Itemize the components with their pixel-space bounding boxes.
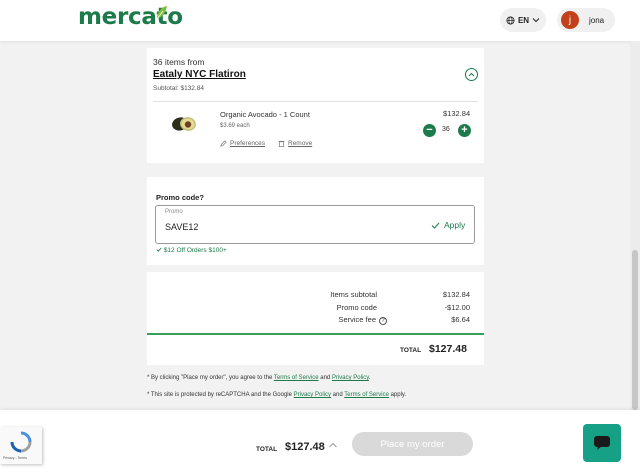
apply-button[interactable]: Apply	[431, 220, 465, 230]
decrease-quantity-button[interactable]: −	[423, 124, 436, 137]
promo-code-field[interactable]: Promo Apply	[155, 205, 475, 244]
chevron-down-icon	[532, 18, 540, 23]
promo-code-value: -$12.00	[444, 303, 470, 312]
avatar: j	[561, 11, 579, 29]
remove-label: Remove	[288, 140, 313, 147]
store-cart-card: 36 items from Eataly NYC Flatiron Subtot…	[147, 48, 484, 163]
items-subtotal-label: Items subtotal	[330, 290, 377, 299]
total-value: $127.48	[429, 343, 467, 355]
total-label: TOTAL	[400, 347, 422, 354]
chat-icon	[594, 436, 610, 450]
collapse-button[interactable]	[465, 68, 478, 81]
google-privacy-link[interactable]: Privacy Policy	[294, 392, 331, 398]
promo-code-input[interactable]	[165, 222, 365, 232]
chat-button[interactable]	[583, 424, 621, 462]
leaf-icon	[156, 6, 167, 20]
trash-icon	[278, 140, 285, 147]
apply-label: Apply	[444, 220, 466, 230]
store-subtotal: Subtotal: $132.84	[153, 85, 204, 92]
chevron-up-icon	[468, 72, 475, 77]
recaptcha-badge[interactable]: Privacy - Terms	[0, 427, 42, 464]
footer-total-label: TOTAL	[256, 446, 278, 453]
recaptcha-links[interactable]: Privacy - Terms	[3, 456, 27, 460]
service-fee-row: Service fee?	[297, 315, 387, 325]
recaptcha-note: * This site is protected by reCAPTCHA an…	[147, 392, 406, 398]
items-count-text: 36 items from	[153, 57, 205, 67]
info-icon[interactable]: ?	[379, 317, 387, 325]
promo-title: Promo code?	[156, 193, 204, 202]
top-header: mercato EN j jona	[0, 0, 640, 41]
privacy-policy-link[interactable]: Privacy Policy	[332, 375, 369, 381]
service-fee-value: $6.64	[451, 315, 470, 324]
user-name: jona	[589, 15, 605, 25]
store-name-link[interactable]: Eataly NYC Flatiron	[153, 69, 246, 80]
user-menu[interactable]: j jona	[557, 8, 615, 32]
total-divider	[147, 333, 484, 335]
terms-note-text: .	[368, 375, 371, 381]
promo-code-label: Promo code	[336, 303, 377, 312]
order-totals-card: Items subtotal $132.84 Promo code -$12.0…	[147, 272, 484, 365]
language-selector[interactable]: EN	[500, 8, 546, 32]
place-order-button[interactable]: Place my order	[352, 432, 473, 456]
terms-note-text: * By clicking "Place my order", you agre…	[147, 375, 274, 381]
scrollbar-thumb[interactable]	[632, 250, 638, 410]
items-subtotal-value: $132.84	[442, 290, 470, 299]
promo-applied-message: $12 Off Orders $100+	[156, 247, 227, 254]
product-unit-price: $3.69 each	[220, 123, 250, 129]
preferences-link[interactable]: Preferences	[220, 140, 265, 147]
pencil-icon	[220, 140, 227, 147]
language-label: EN	[517, 15, 530, 25]
check-icon	[431, 222, 440, 229]
recaptcha-note-text: apply.	[388, 392, 407, 398]
product-price: $132.84	[443, 109, 471, 118]
recaptcha-note-text: * This site is protected by reCAPTCHA an…	[147, 392, 294, 398]
chevron-up-icon[interactable]	[328, 441, 338, 449]
terms-note-text: and	[318, 375, 332, 381]
terms-of-service-link[interactable]: Terms of Service	[274, 375, 319, 381]
check-icon	[156, 247, 162, 252]
preferences-label: Preferences	[230, 140, 266, 147]
remove-link[interactable]: Remove	[278, 140, 312, 147]
product-name: Organic Avocado - 1 Count	[220, 110, 310, 119]
increase-quantity-button[interactable]: +	[458, 124, 471, 137]
promo-field-label: Promo	[165, 209, 183, 215]
recaptcha-icon	[10, 431, 32, 453]
quantity-value: 36	[442, 126, 450, 133]
terms-note: * By clicking "Place my order", you agre…	[147, 375, 371, 381]
promo-card: Promo code? Promo Apply $12 Off Orders $…	[147, 177, 484, 265]
divider	[153, 101, 478, 102]
promo-applied-text: $12 Off Orders $100+	[163, 247, 227, 254]
service-fee-label: Service fee	[338, 315, 376, 324]
avocado-image	[172, 117, 196, 131]
recaptcha-note-text: and	[330, 392, 345, 398]
footer-total-value: $127.48	[285, 441, 325, 453]
google-terms-link[interactable]: Terms of Service	[344, 392, 389, 398]
globe-icon	[506, 15, 515, 25]
